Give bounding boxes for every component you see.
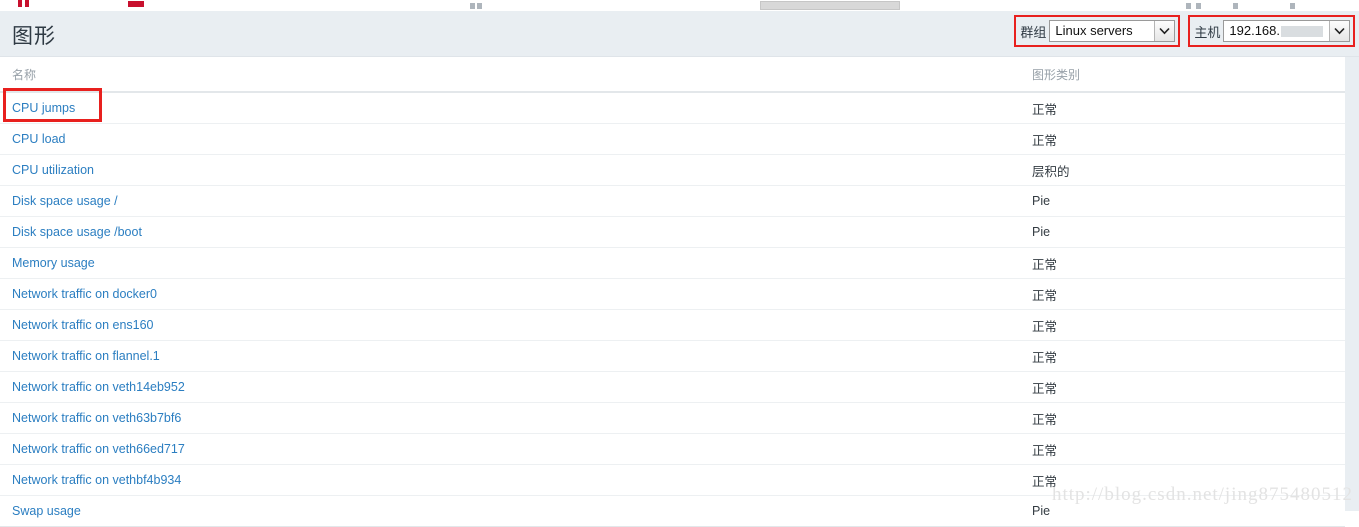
graph-link[interactable]: CPU utilization <box>12 163 94 177</box>
table-row: CPU utilization 层积的 <box>0 154 1345 186</box>
bookmark-icon-2[interactable] <box>25 0 29 7</box>
host-filter-label: 主机 <box>1194 24 1221 40</box>
bookmark-icon-1[interactable] <box>18 0 22 7</box>
graph-name-cell: Disk space usage / <box>0 185 1020 217</box>
graph-type-cell: 层积的 <box>1020 154 1345 186</box>
graph-type-cell: 正常 <box>1020 433 1345 465</box>
header-filters: 群组 Linux servers 主机 192.168. <box>1006 15 1359 47</box>
graph-link[interactable]: Network traffic on veth66ed717 <box>12 442 185 456</box>
page-title: 图形 <box>12 25 56 48</box>
graph-type-cell: 正常 <box>1020 371 1345 403</box>
graph-link[interactable]: Memory usage <box>12 256 95 270</box>
graph-link[interactable]: CPU load <box>12 132 66 146</box>
toolbar-glyph-1[interactable] <box>470 3 475 9</box>
table-row: Network traffic on veth66ed717 正常 <box>0 433 1345 465</box>
host-filter: 主机 192.168. <box>1188 15 1355 47</box>
group-filter: 群组 Linux servers <box>1014 15 1181 47</box>
table-row: Network traffic on veth14eb952 正常 <box>0 371 1345 403</box>
watermark: http://blog.csdn.net/jing875480512 <box>1051 484 1353 505</box>
table-row: Disk space usage /boot Pie <box>0 216 1345 248</box>
graph-type-cell: 正常 <box>1020 123 1345 155</box>
bookmark-icon-3[interactable] <box>128 1 144 7</box>
graph-name-cell: Disk space usage /boot <box>0 216 1020 248</box>
graph-type-cell: 正常 <box>1020 309 1345 341</box>
page-background-right <box>1345 57 1359 511</box>
graph-link[interactable]: Disk space usage / <box>12 194 118 208</box>
table-row: Network traffic on ens160 正常 <box>0 309 1345 341</box>
graph-name-cell: Network traffic on flannel.1 <box>0 340 1020 372</box>
chevron-down-icon[interactable] <box>1329 21 1349 41</box>
address-bar-fragment[interactable] <box>760 1 900 10</box>
graph-type-cell: Pie <box>1020 185 1345 217</box>
table-row: Network traffic on flannel.1 正常 <box>0 340 1345 372</box>
table-header-row: 名称 图形类别 <box>0 57 1345 93</box>
graph-link[interactable]: Network traffic on vethbf4b934 <box>12 473 181 487</box>
table-row: Network traffic on veth63b7bf6 正常 <box>0 402 1345 434</box>
graph-type-cell: 正常 <box>1020 340 1345 372</box>
graph-name-cell: Network traffic on vethbf4b934 <box>0 464 1020 496</box>
graph-link[interactable]: Network traffic on veth14eb952 <box>12 380 185 394</box>
page-header: 图形 群组 Linux servers 主机 192.168. <box>0 11 1359 57</box>
toolbar-glyph-6[interactable] <box>1290 3 1295 9</box>
toolbar-glyph-2[interactable] <box>477 3 482 9</box>
graph-name-cell: Memory usage <box>0 247 1020 279</box>
toolbar-glyph-4[interactable] <box>1196 3 1201 9</box>
table-row: CPU jumps 正常 <box>0 92 1345 124</box>
table-row: Disk space usage / Pie <box>0 185 1345 217</box>
group-filter-label: 群组 <box>1020 24 1047 40</box>
table-head: 名称 图形类别 <box>0 57 1345 93</box>
graph-name-cell: CPU load <box>0 123 1020 155</box>
table-row: Network traffic on docker0 正常 <box>0 278 1345 310</box>
graph-name-cell: CPU jumps <box>0 92 1020 124</box>
graph-link[interactable]: Swap usage <box>12 504 81 518</box>
graph-type-cell: 正常 <box>1020 402 1345 434</box>
graph-name-cell: Network traffic on veth14eb952 <box>0 371 1020 403</box>
graph-name-cell: CPU utilization <box>0 154 1020 186</box>
graph-link[interactable]: CPU jumps <box>12 101 75 115</box>
toolbar-glyph-5[interactable] <box>1233 3 1238 9</box>
host-select[interactable]: 192.168. <box>1223 20 1350 42</box>
graph-name-cell: Network traffic on veth63b7bf6 <box>0 402 1020 434</box>
group-select[interactable]: Linux servers <box>1049 20 1176 42</box>
graph-type-cell: 正常 <box>1020 278 1345 310</box>
redacted-ip-block <box>1281 25 1323 37</box>
graph-link[interactable]: Network traffic on docker0 <box>12 287 157 301</box>
table-row: Memory usage 正常 <box>0 247 1345 279</box>
graph-link[interactable]: Network traffic on veth63b7bf6 <box>12 411 181 425</box>
graph-name-cell: Network traffic on veth66ed717 <box>0 433 1020 465</box>
browser-chrome-strip <box>0 0 1359 11</box>
host-select-value: 192.168. <box>1224 21 1329 41</box>
toolbar-glyph-3[interactable] <box>1186 3 1191 9</box>
group-select-value: Linux servers <box>1055 23 1133 38</box>
graph-name-cell: Swap usage <box>0 495 1020 527</box>
graph-link[interactable]: Disk space usage /boot <box>12 225 142 239</box>
graph-type-cell: 正常 <box>1020 247 1345 279</box>
column-header-name[interactable]: 名称 <box>0 57 1020 93</box>
graphs-table-container: 名称 图形类别 CPU jumps 正常 CPU load 正常 CPU utiliza… <box>0 57 1345 527</box>
graph-name-cell: Network traffic on ens160 <box>0 309 1020 341</box>
graphs-table: 名称 图形类别 CPU jumps 正常 CPU load 正常 CPU utiliza… <box>0 57 1345 527</box>
column-header-type[interactable]: 图形类别 <box>1020 57 1345 93</box>
graph-type-cell: 正常 <box>1020 92 1345 124</box>
chevron-down-icon[interactable] <box>1154 21 1175 41</box>
host-ip-prefix: 192.168. <box>1229 23 1280 38</box>
table-body: CPU jumps 正常 CPU load 正常 CPU utilization 层积的 D… <box>0 92 1345 527</box>
graph-name-cell: Network traffic on docker0 <box>0 278 1020 310</box>
graph-link[interactable]: Network traffic on ens160 <box>12 318 154 332</box>
table-row: CPU load 正常 <box>0 123 1345 155</box>
graph-link[interactable]: Network traffic on flannel.1 <box>12 349 160 363</box>
graph-type-cell: Pie <box>1020 216 1345 248</box>
